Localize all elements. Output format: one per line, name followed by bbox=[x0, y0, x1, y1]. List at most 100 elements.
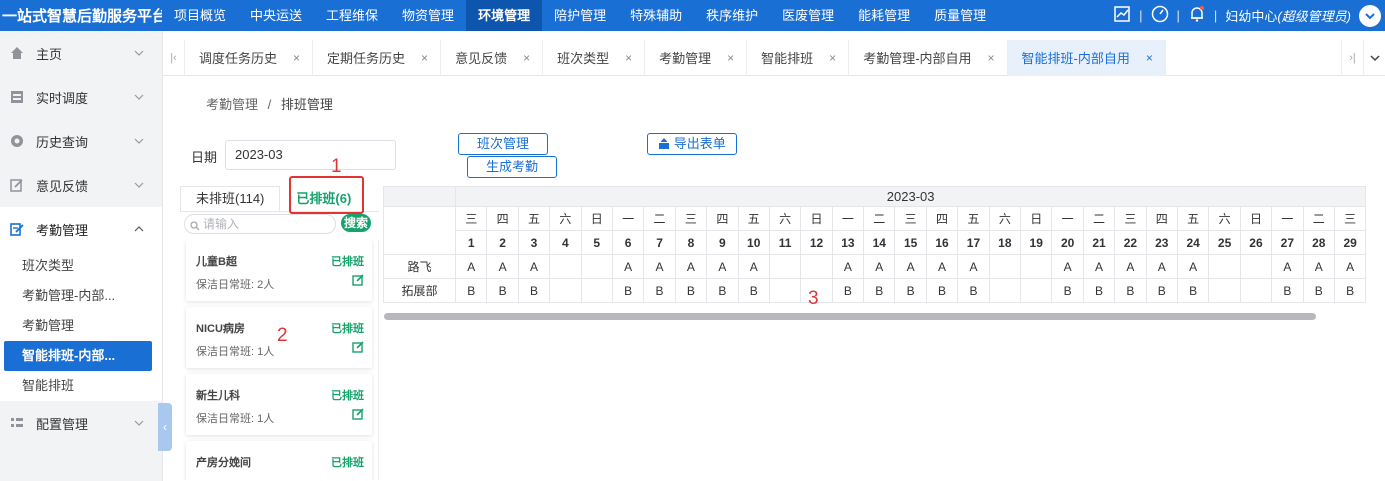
tab-scheduled[interactable]: 已排班(6) bbox=[280, 186, 367, 212]
shift-cell[interactable]: A bbox=[611, 254, 645, 279]
bell-icon[interactable] bbox=[1188, 5, 1206, 26]
top-nav-item[interactable]: 秩序维护 bbox=[694, 0, 770, 31]
close-icon[interactable]: × bbox=[1146, 51, 1153, 65]
shift-cell[interactable] bbox=[768, 278, 802, 303]
sidebar-sub-shift-type[interactable]: 班次类型 bbox=[0, 251, 162, 281]
shift-cell[interactable] bbox=[580, 278, 613, 303]
shift-cell[interactable]: A bbox=[1333, 254, 1367, 279]
tab-item[interactable]: 智能排班-内部自用 × bbox=[1007, 39, 1166, 76]
top-nav-item[interactable]: 质量管理 bbox=[922, 0, 998, 31]
shift-cell[interactable] bbox=[988, 278, 1022, 303]
top-nav-item[interactable]: 能耗管理 bbox=[846, 0, 922, 31]
top-nav-item[interactable]: 物资管理 bbox=[390, 0, 466, 31]
sidebar-item-feedback[interactable]: 意见反馈 bbox=[0, 163, 162, 207]
shift-management-button[interactable]: 班次管理 bbox=[458, 133, 548, 155]
user-name[interactable]: 妇幼中心(超级管理员) bbox=[1225, 6, 1351, 25]
tab-item[interactable]: 考勤管理 × bbox=[645, 39, 748, 76]
shift-cell[interactable]: A bbox=[1145, 254, 1178, 279]
sidebar-item-history[interactable]: 历史查询 bbox=[0, 119, 162, 163]
tab-item[interactable]: 调度任务历史 × bbox=[185, 39, 314, 76]
sidebar-collapse-handle[interactable]: ‹ bbox=[158, 403, 172, 451]
shift-cell[interactable]: B bbox=[454, 278, 488, 303]
top-nav-item[interactable]: 中央运送 bbox=[238, 0, 314, 31]
shift-cell[interactable]: B bbox=[674, 278, 708, 303]
shift-cell[interactable]: A bbox=[674, 254, 708, 279]
generate-attendance-button[interactable]: 生成考勤 bbox=[467, 156, 557, 178]
edit-icon[interactable] bbox=[352, 408, 364, 420]
shift-cell[interactable] bbox=[549, 278, 582, 303]
shift-cell[interactable]: A bbox=[737, 254, 770, 279]
tab-item[interactable]: 考勤管理-内部自用 × bbox=[849, 39, 1008, 76]
top-nav-item[interactable]: 项目概览 bbox=[162, 0, 238, 31]
shift-cell[interactable]: A bbox=[1082, 254, 1116, 279]
shift-cell[interactable]: A bbox=[1051, 254, 1084, 279]
shift-cell[interactable]: B bbox=[1051, 278, 1084, 303]
shift-cell[interactable] bbox=[1020, 254, 1053, 279]
shift-cell[interactable] bbox=[1208, 254, 1241, 279]
shift-cell[interactable]: B bbox=[1176, 278, 1210, 303]
shift-cell[interactable]: A bbox=[517, 254, 551, 279]
tab-item[interactable]: 班次类型 × bbox=[543, 39, 646, 76]
sidebar-item-config[interactable]: 配置管理 bbox=[0, 401, 162, 445]
tabs-dropdown-icon[interactable] bbox=[1363, 40, 1385, 76]
shift-cell[interactable] bbox=[580, 254, 613, 279]
shift-cell[interactable]: B bbox=[863, 278, 896, 303]
shift-cell[interactable]: A bbox=[894, 254, 927, 279]
tab-item[interactable]: 意见反馈 × bbox=[441, 39, 544, 76]
shift-cell[interactable]: A bbox=[1271, 254, 1304, 279]
search-input[interactable]: 请输入 bbox=[184, 214, 336, 234]
tab-item[interactable]: 智能排班 × bbox=[747, 39, 850, 76]
schedule-horizontal-scrollbar[interactable] bbox=[384, 313, 1385, 320]
shift-cell[interactable]: B bbox=[486, 278, 519, 303]
department-card[interactable]: 产房分娩间 已排班 bbox=[186, 441, 372, 480]
top-nav-item[interactable]: 医废管理 bbox=[770, 0, 846, 31]
date-picker[interactable]: 2023-03 bbox=[225, 140, 396, 170]
shift-cell[interactable]: A bbox=[925, 254, 959, 279]
shift-cell[interactable]: A bbox=[863, 254, 896, 279]
shift-cell[interactable]: B bbox=[737, 278, 770, 303]
close-icon[interactable]: × bbox=[829, 51, 836, 65]
shift-cell[interactable]: A bbox=[957, 254, 990, 279]
shift-cell[interactable]: B bbox=[706, 278, 739, 303]
chart-icon[interactable] bbox=[1113, 5, 1131, 26]
shift-cell[interactable] bbox=[1020, 278, 1053, 303]
edit-icon[interactable] bbox=[352, 341, 364, 353]
shift-cell[interactable] bbox=[768, 254, 802, 279]
sidebar-sub-smart-schedule-internal[interactable]: 智能排班-内部... bbox=[4, 341, 152, 371]
close-icon[interactable]: × bbox=[421, 51, 428, 65]
dashboard-icon[interactable] bbox=[1151, 5, 1169, 26]
shift-cell[interactable]: A bbox=[1302, 254, 1335, 279]
shift-cell[interactable]: B bbox=[1302, 278, 1335, 303]
shift-cell[interactable] bbox=[1239, 254, 1273, 279]
user-menu-chevron-icon[interactable] bbox=[1359, 4, 1381, 27]
shift-cell[interactable]: B bbox=[517, 278, 551, 303]
shift-cell[interactable]: B bbox=[611, 278, 645, 303]
shift-cell[interactable]: B bbox=[1333, 278, 1367, 303]
shift-cell[interactable] bbox=[988, 254, 1022, 279]
close-icon[interactable]: × bbox=[523, 51, 530, 65]
shift-cell[interactable]: B bbox=[643, 278, 676, 303]
shift-cell[interactable]: A bbox=[1176, 254, 1210, 279]
department-card[interactable]: 新生儿科 已排班 保洁日常班: 1人 bbox=[186, 374, 372, 435]
shift-cell[interactable]: A bbox=[643, 254, 676, 279]
shift-cell[interactable] bbox=[1239, 278, 1273, 303]
shift-cell[interactable]: B bbox=[1082, 278, 1116, 303]
shift-cell[interactable]: A bbox=[706, 254, 739, 279]
close-icon[interactable]: × bbox=[727, 51, 734, 65]
close-icon[interactable]: × bbox=[625, 51, 632, 65]
department-card[interactable]: 儿童B超 已排班 保洁日常班: 2人 bbox=[186, 240, 372, 301]
export-form-button[interactable]: 导出表单 bbox=[647, 133, 737, 155]
tabs-scroll-right-icon[interactable]: ›| bbox=[1341, 40, 1363, 76]
shift-cell[interactable]: B bbox=[925, 278, 959, 303]
shift-cell[interactable]: B bbox=[894, 278, 927, 303]
close-icon[interactable]: × bbox=[293, 51, 300, 65]
close-icon[interactable]: × bbox=[988, 51, 995, 65]
breadcrumb-parent[interactable]: 考勤管理 bbox=[206, 97, 258, 112]
sidebar-item-home[interactable]: 主页 bbox=[0, 31, 162, 75]
sidebar-sub-smart-schedule[interactable]: 智能排班 bbox=[0, 371, 162, 401]
tab-item[interactable]: 定期任务历史 × bbox=[313, 39, 442, 76]
shift-cell[interactable] bbox=[1208, 278, 1241, 303]
shift-cell[interactable]: B bbox=[1271, 278, 1304, 303]
shift-cell[interactable]: A bbox=[454, 254, 488, 279]
tabs-scroll-left-icon[interactable]: |‹ bbox=[163, 39, 185, 76]
